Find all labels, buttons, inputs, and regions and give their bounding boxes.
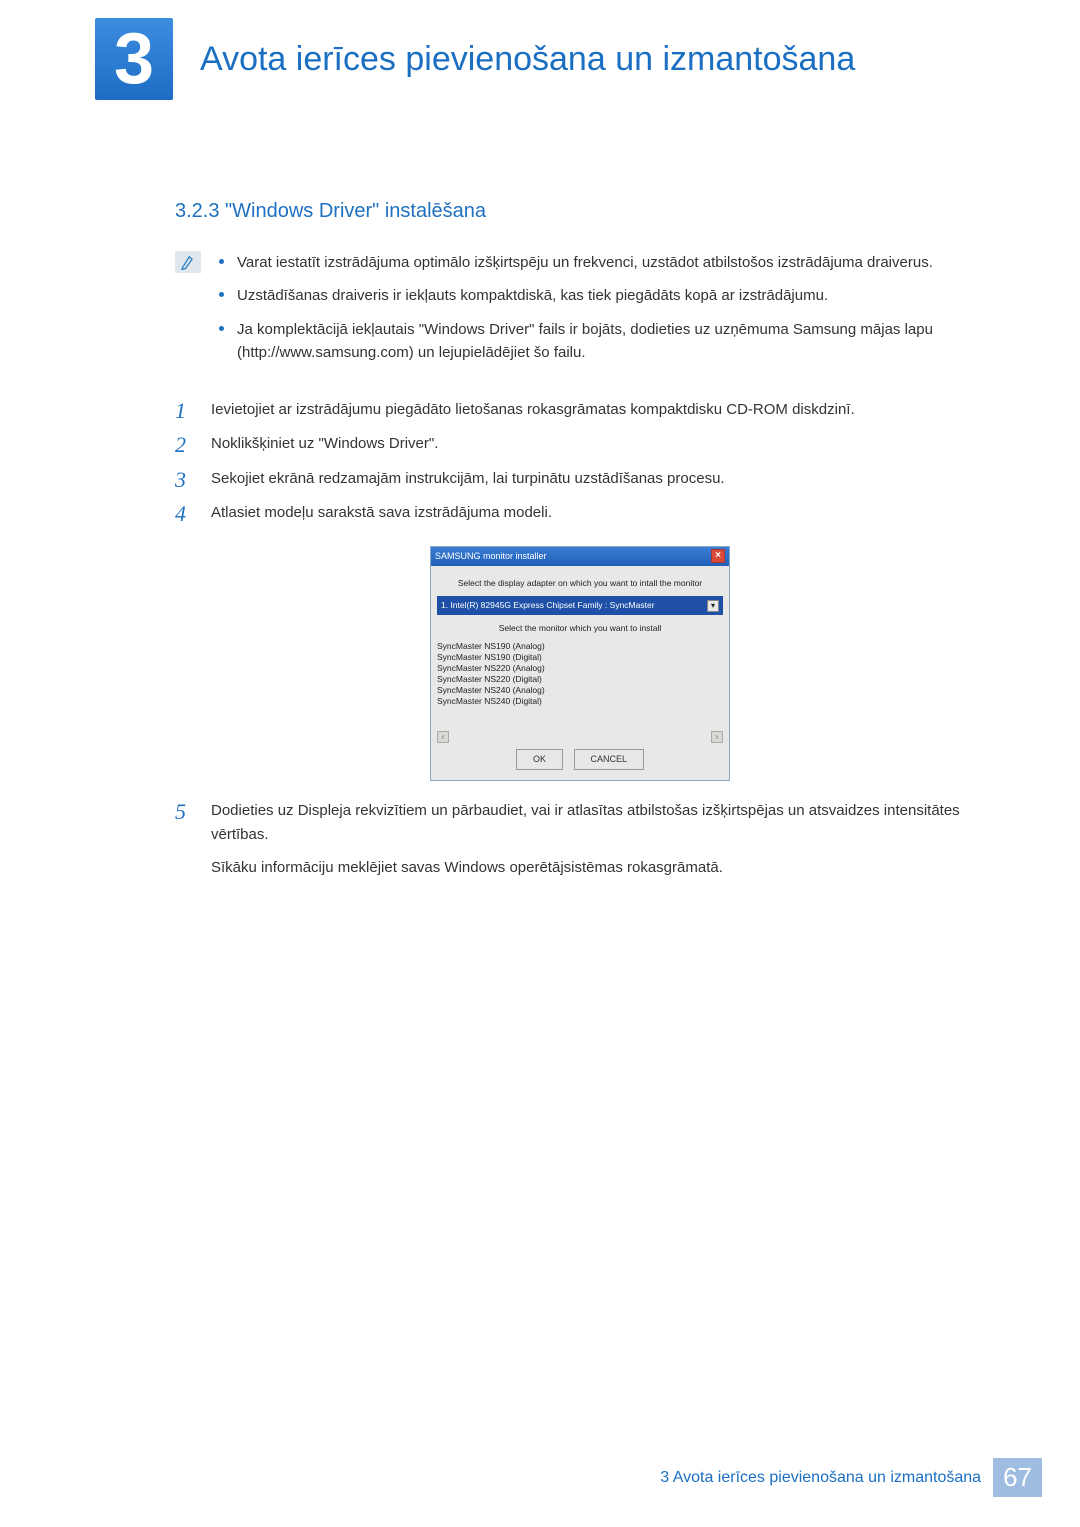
scroll-right-icon[interactable]: › (711, 731, 723, 743)
step-text: Atlasiet modeļu sarakstā sava izstrādāju… (211, 501, 985, 527)
page-header: 3 Avota ierīces pievienošana un izmantoš… (0, 0, 1080, 100)
chapter-number-badge: 3 (95, 18, 173, 100)
installer-instruction-2: Select the monitor which you want to ins… (437, 621, 723, 635)
section-number: 3.2.3 (175, 200, 219, 222)
step-5: 5 Dodieties uz Displeja rekvizītiem un p… (175, 799, 985, 879)
footer-chapter-ref: 3 Avota ierīces pievienošana un izmantoš… (660, 1469, 981, 1487)
step-number: 4 (175, 501, 193, 527)
dropdown-value: 1. Intel(R) 82945G Express Chipset Famil… (441, 598, 655, 612)
steps-list: 1 Ievietojiet ar izstrādājumu piegādāto … (175, 398, 985, 879)
step-number: 1 (175, 398, 193, 424)
installer-dialog: SAMSUNG monitor installer × Select the d… (430, 546, 730, 782)
page-number: 67 (993, 1458, 1042, 1497)
scroll-left-icon[interactable]: ‹ (437, 731, 449, 743)
info-block: Varat iestatīt izstrādājuma optimālo izš… (175, 251, 985, 374)
page-footer: 3 Avota ierīces pievienošana un izmantoš… (660, 1458, 1042, 1497)
step-number: 2 (175, 432, 193, 458)
list-item[interactable]: SyncMaster NS240 (Digital) (437, 696, 723, 707)
section-title: "Windows Driver" instalēšana (225, 200, 486, 222)
close-icon[interactable]: × (711, 549, 725, 563)
info-item: Ja komplektācijā iekļautais "Windows Dri… (219, 318, 985, 365)
step-text: Sekojiet ekrānā redzamajām instrukcijām,… (211, 467, 985, 493)
list-item[interactable]: SyncMaster NS240 (Analog) (437, 685, 723, 696)
step-3: 3 Sekojiet ekrānā redzamajām instrukcijā… (175, 467, 985, 493)
step-4: 4 Atlasiet modeļu sarakstā sava izstrādā… (175, 501, 985, 527)
ok-button[interactable]: OK (516, 749, 563, 770)
list-item[interactable]: SyncMaster NS190 (Digital) (437, 652, 723, 663)
step-text: Noklikšķiniet uz "Windows Driver". (211, 432, 985, 458)
info-item: Uzstādīšanas draiveris ir iekļauts kompa… (219, 284, 985, 307)
step-2: 2 Noklikšķiniet uz "Windows Driver". (175, 432, 985, 458)
step-text: Ievietojiet ar izstrādājumu piegādāto li… (211, 398, 985, 424)
horizontal-scrollbar[interactable]: ‹ › (437, 731, 723, 743)
list-item[interactable]: SyncMaster NS220 (Analog) (437, 663, 723, 674)
step-number: 5 (175, 799, 193, 879)
monitor-list[interactable]: SyncMaster NS190 (Analog) SyncMaster NS1… (437, 641, 723, 729)
info-list: Varat iestatīt izstrādājuma optimālo izš… (219, 251, 985, 374)
step-paragraph: Dodieties uz Displeja rekvizītiem un pār… (211, 799, 985, 846)
step-text: Dodieties uz Displeja rekvizītiem un pār… (211, 799, 985, 879)
step-paragraph: Sīkāku informāciju meklējiet savas Windo… (211, 856, 985, 879)
chapter-title: Avota ierīces pievienošana un izmantošan… (200, 18, 1080, 100)
list-item[interactable]: SyncMaster NS190 (Analog) (437, 641, 723, 652)
cancel-button[interactable]: CANCEL (574, 749, 645, 770)
chevron-down-icon[interactable]: ▾ (707, 600, 719, 612)
step-1: 1 Ievietojiet ar izstrādājumu piegādāto … (175, 398, 985, 424)
info-item: Varat iestatīt izstrādājuma optimālo izš… (219, 251, 985, 274)
section-heading: 3.2.3 "Windows Driver" instalēšana (175, 200, 985, 223)
installer-body: Select the display adapter on which you … (431, 566, 729, 781)
installer-buttons: OK CANCEL (437, 743, 723, 774)
adapter-dropdown[interactable]: 1. Intel(R) 82945G Express Chipset Famil… (437, 596, 723, 614)
note-icon (175, 251, 201, 273)
content-area: 3.2.3 "Windows Driver" instalēšana Varat… (0, 200, 1080, 879)
step-number: 3 (175, 467, 193, 493)
installer-titlebar: SAMSUNG monitor installer × (431, 547, 729, 566)
installer-title: SAMSUNG monitor installer (435, 549, 547, 564)
list-item[interactable]: SyncMaster NS220 (Digital) (437, 674, 723, 685)
installer-instruction-1: Select the display adapter on which you … (437, 576, 723, 590)
